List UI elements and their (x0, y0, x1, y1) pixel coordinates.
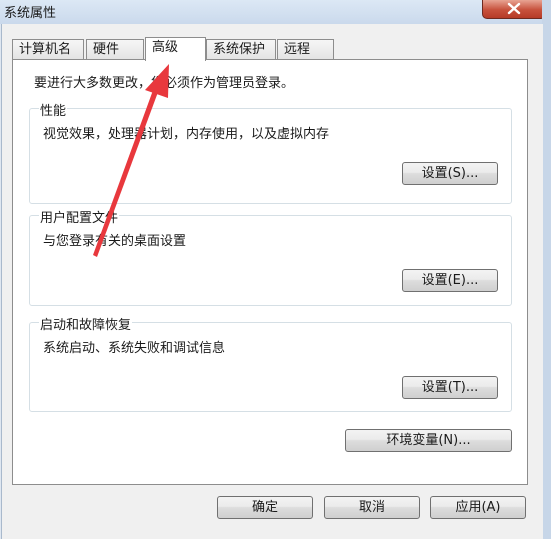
admin-notice: 要进行大多数更改，您必须作为管理员登录。 (34, 76, 295, 91)
title-bar: 系统属性 (0, 0, 551, 24)
environment-variables-button[interactable]: 环境变量(N)... (345, 429, 512, 452)
tab-system-protection[interactable]: 系统保护 (206, 39, 276, 59)
performance-title: 性能 (39, 100, 68, 119)
ok-button[interactable]: 确定 (217, 496, 313, 519)
user-profiles-title: 用户配置文件 (39, 207, 120, 226)
performance-description: 视觉效果，处理器计划，内存使用，以及虚拟内存 (43, 127, 330, 142)
user-profiles-description: 与您登录有关的桌面设置 (43, 234, 187, 249)
performance-settings-button[interactable]: 设置(S)... (402, 162, 498, 185)
startup-recovery-title: 启动和故障恢复 (39, 314, 133, 333)
close-button[interactable] (482, 0, 546, 19)
startup-recovery-settings-button[interactable]: 设置(T)... (402, 376, 498, 399)
apply-button[interactable]: 应用(A) (430, 496, 526, 519)
window-title: 系统属性 (4, 6, 57, 21)
tab-computer-name[interactable]: 计算机名 (12, 39, 84, 59)
tab-advanced[interactable]: 高级 (145, 37, 206, 61)
performance-group: 性能 视觉效果，处理器计划，内存使用，以及虚拟内存 设置(S)... (29, 100, 512, 204)
user-profiles-group: 用户配置文件 与您登录有关的桌面设置 设置(E)... (29, 207, 512, 306)
startup-recovery-group: 启动和故障恢复 系统启动、系统失败和调试信息 设置(T)... (29, 314, 512, 412)
user-profiles-settings-button[interactable]: 设置(E)... (402, 269, 498, 292)
cancel-button[interactable]: 取消 (324, 496, 420, 519)
tab-remote[interactable]: 远程 (277, 39, 334, 59)
tab-hardware[interactable]: 硬件 (86, 39, 144, 59)
startup-recovery-description: 系统启动、系统失败和调试信息 (43, 341, 226, 356)
window-frame-edge (542, 0, 551, 539)
close-icon (507, 2, 521, 15)
